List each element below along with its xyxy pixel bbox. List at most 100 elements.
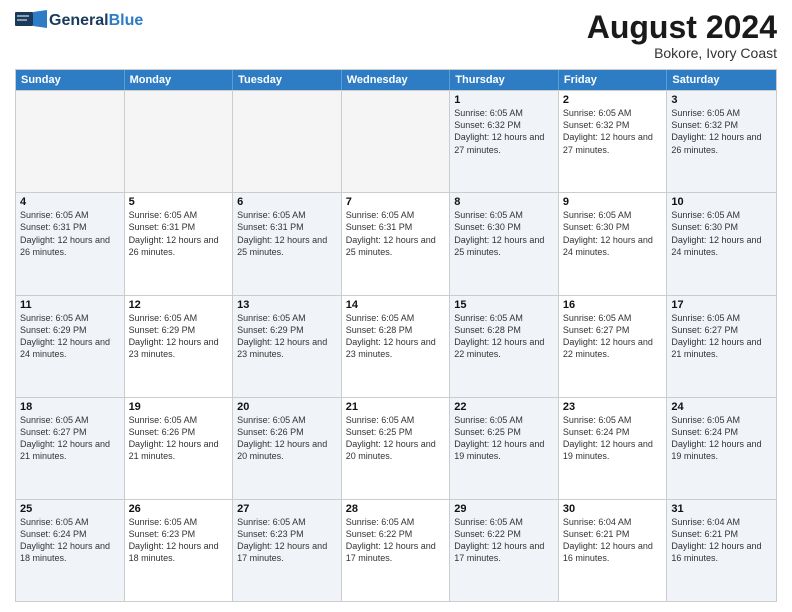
- day-number: 6: [237, 196, 337, 208]
- calendar-cell: 21Sunrise: 6:05 AM Sunset: 6:25 PM Dayli…: [342, 398, 451, 499]
- page: GeneralBlue August 2024 Bokore, Ivory Co…: [0, 0, 792, 612]
- calendar-cell: 26Sunrise: 6:05 AM Sunset: 6:23 PM Dayli…: [125, 500, 234, 601]
- day-info: Sunrise: 6:05 AM Sunset: 6:25 PM Dayligh…: [454, 414, 554, 463]
- calendar-cell: 3Sunrise: 6:05 AM Sunset: 6:32 PM Daylig…: [667, 91, 776, 192]
- day-number: 15: [454, 299, 554, 311]
- day-info: Sunrise: 6:05 AM Sunset: 6:22 PM Dayligh…: [346, 516, 446, 565]
- month-title: August 2024: [587, 10, 777, 45]
- day-info: Sunrise: 6:05 AM Sunset: 6:30 PM Dayligh…: [454, 209, 554, 258]
- day-number: 5: [129, 196, 229, 208]
- day-number: 22: [454, 401, 554, 413]
- calendar-cell: 17Sunrise: 6:05 AM Sunset: 6:27 PM Dayli…: [667, 296, 776, 397]
- calendar-cell: 16Sunrise: 6:05 AM Sunset: 6:27 PM Dayli…: [559, 296, 668, 397]
- calendar-cell: 18Sunrise: 6:05 AM Sunset: 6:27 PM Dayli…: [16, 398, 125, 499]
- calendar-cell: 6Sunrise: 6:05 AM Sunset: 6:31 PM Daylig…: [233, 193, 342, 294]
- day-info: Sunrise: 6:04 AM Sunset: 6:21 PM Dayligh…: [671, 516, 772, 565]
- calendar-row-1: 4Sunrise: 6:05 AM Sunset: 6:31 PM Daylig…: [16, 192, 776, 294]
- day-number: 30: [563, 503, 663, 515]
- day-info: Sunrise: 6:05 AM Sunset: 6:32 PM Dayligh…: [671, 107, 772, 156]
- day-info: Sunrise: 6:05 AM Sunset: 6:27 PM Dayligh…: [20, 414, 120, 463]
- weekday-sunday: Sunday: [16, 70, 125, 90]
- calendar-cell: 11Sunrise: 6:05 AM Sunset: 6:29 PM Dayli…: [16, 296, 125, 397]
- day-number: 26: [129, 503, 229, 515]
- day-number: 29: [454, 503, 554, 515]
- day-number: 4: [20, 196, 120, 208]
- calendar-cell: 25Sunrise: 6:05 AM Sunset: 6:24 PM Dayli…: [16, 500, 125, 601]
- calendar-cell: 2Sunrise: 6:05 AM Sunset: 6:32 PM Daylig…: [559, 91, 668, 192]
- day-info: Sunrise: 6:04 AM Sunset: 6:21 PM Dayligh…: [563, 516, 663, 565]
- day-number: 11: [20, 299, 120, 311]
- calendar-cell: 22Sunrise: 6:05 AM Sunset: 6:25 PM Dayli…: [450, 398, 559, 499]
- weekday-thursday: Thursday: [450, 70, 559, 90]
- weekday-friday: Friday: [559, 70, 668, 90]
- day-info: Sunrise: 6:05 AM Sunset: 6:31 PM Dayligh…: [129, 209, 229, 258]
- day-info: Sunrise: 6:05 AM Sunset: 6:31 PM Dayligh…: [237, 209, 337, 258]
- calendar-cell: 12Sunrise: 6:05 AM Sunset: 6:29 PM Dayli…: [125, 296, 234, 397]
- day-info: Sunrise: 6:05 AM Sunset: 6:29 PM Dayligh…: [129, 312, 229, 361]
- calendar-cell: 4Sunrise: 6:05 AM Sunset: 6:31 PM Daylig…: [16, 193, 125, 294]
- logo-icon: [15, 10, 47, 32]
- day-number: 19: [129, 401, 229, 413]
- day-info: Sunrise: 6:05 AM Sunset: 6:26 PM Dayligh…: [129, 414, 229, 463]
- weekday-wednesday: Wednesday: [342, 70, 451, 90]
- calendar-cell: 30Sunrise: 6:04 AM Sunset: 6:21 PM Dayli…: [559, 500, 668, 601]
- day-info: Sunrise: 6:05 AM Sunset: 6:27 PM Dayligh…: [671, 312, 772, 361]
- day-number: 27: [237, 503, 337, 515]
- calendar-cell: 10Sunrise: 6:05 AM Sunset: 6:30 PM Dayli…: [667, 193, 776, 294]
- calendar-cell: 19Sunrise: 6:05 AM Sunset: 6:26 PM Dayli…: [125, 398, 234, 499]
- day-number: 18: [20, 401, 120, 413]
- logo-general: General: [49, 12, 109, 29]
- weekday-tuesday: Tuesday: [233, 70, 342, 90]
- calendar-header: SundayMondayTuesdayWednesdayThursdayFrid…: [16, 70, 776, 90]
- calendar-row-0: 1Sunrise: 6:05 AM Sunset: 6:32 PM Daylig…: [16, 90, 776, 192]
- day-info: Sunrise: 6:05 AM Sunset: 6:24 PM Dayligh…: [563, 414, 663, 463]
- calendar-cell: 1Sunrise: 6:05 AM Sunset: 6:32 PM Daylig…: [450, 91, 559, 192]
- day-number: 28: [346, 503, 446, 515]
- day-info: Sunrise: 6:05 AM Sunset: 6:24 PM Dayligh…: [671, 414, 772, 463]
- calendar-cell: 15Sunrise: 6:05 AM Sunset: 6:28 PM Dayli…: [450, 296, 559, 397]
- day-number: 20: [237, 401, 337, 413]
- day-number: 12: [129, 299, 229, 311]
- day-info: Sunrise: 6:05 AM Sunset: 6:28 PM Dayligh…: [346, 312, 446, 361]
- day-number: 9: [563, 196, 663, 208]
- day-number: 10: [671, 196, 772, 208]
- day-info: Sunrise: 6:05 AM Sunset: 6:23 PM Dayligh…: [129, 516, 229, 565]
- title-block: August 2024 Bokore, Ivory Coast: [587, 10, 777, 61]
- day-number: 7: [346, 196, 446, 208]
- day-number: 24: [671, 401, 772, 413]
- day-info: Sunrise: 6:05 AM Sunset: 6:24 PM Dayligh…: [20, 516, 120, 565]
- calendar: SundayMondayTuesdayWednesdayThursdayFrid…: [15, 69, 777, 602]
- calendar-cell: 13Sunrise: 6:05 AM Sunset: 6:29 PM Dayli…: [233, 296, 342, 397]
- calendar-cell: 29Sunrise: 6:05 AM Sunset: 6:22 PM Dayli…: [450, 500, 559, 601]
- day-info: Sunrise: 6:05 AM Sunset: 6:23 PM Dayligh…: [237, 516, 337, 565]
- calendar-cell: 8Sunrise: 6:05 AM Sunset: 6:30 PM Daylig…: [450, 193, 559, 294]
- calendar-cell: 7Sunrise: 6:05 AM Sunset: 6:31 PM Daylig…: [342, 193, 451, 294]
- location: Bokore, Ivory Coast: [587, 45, 777, 61]
- day-number: 2: [563, 94, 663, 106]
- day-number: 23: [563, 401, 663, 413]
- day-number: 16: [563, 299, 663, 311]
- day-info: Sunrise: 6:05 AM Sunset: 6:31 PM Dayligh…: [20, 209, 120, 258]
- calendar-cell: 14Sunrise: 6:05 AM Sunset: 6:28 PM Dayli…: [342, 296, 451, 397]
- day-number: 1: [454, 94, 554, 106]
- day-number: 21: [346, 401, 446, 413]
- day-number: 13: [237, 299, 337, 311]
- calendar-cell: 27Sunrise: 6:05 AM Sunset: 6:23 PM Dayli…: [233, 500, 342, 601]
- calendar-cell: 31Sunrise: 6:04 AM Sunset: 6:21 PM Dayli…: [667, 500, 776, 601]
- weekday-monday: Monday: [125, 70, 234, 90]
- day-number: 14: [346, 299, 446, 311]
- day-info: Sunrise: 6:05 AM Sunset: 6:32 PM Dayligh…: [454, 107, 554, 156]
- logo-blue: Blue: [109, 12, 144, 29]
- day-info: Sunrise: 6:05 AM Sunset: 6:26 PM Dayligh…: [237, 414, 337, 463]
- calendar-row-4: 25Sunrise: 6:05 AM Sunset: 6:24 PM Dayli…: [16, 499, 776, 601]
- day-info: Sunrise: 6:05 AM Sunset: 6:30 PM Dayligh…: [563, 209, 663, 258]
- calendar-cell: [125, 91, 234, 192]
- day-info: Sunrise: 6:05 AM Sunset: 6:31 PM Dayligh…: [346, 209, 446, 258]
- day-info: Sunrise: 6:05 AM Sunset: 6:22 PM Dayligh…: [454, 516, 554, 565]
- calendar-cell: [233, 91, 342, 192]
- day-number: 17: [671, 299, 772, 311]
- calendar-row-3: 18Sunrise: 6:05 AM Sunset: 6:27 PM Dayli…: [16, 397, 776, 499]
- day-number: 31: [671, 503, 772, 515]
- calendar-body: 1Sunrise: 6:05 AM Sunset: 6:32 PM Daylig…: [16, 90, 776, 601]
- day-info: Sunrise: 6:05 AM Sunset: 6:29 PM Dayligh…: [20, 312, 120, 361]
